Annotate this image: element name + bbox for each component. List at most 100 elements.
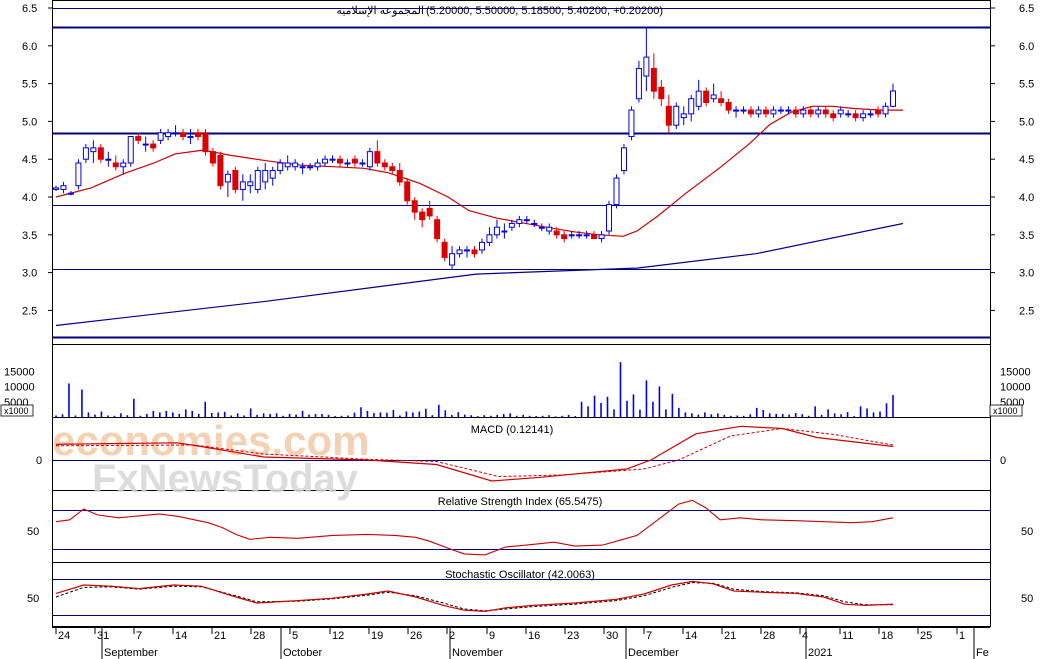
price-tick-right: 5.5 — [1019, 79, 1034, 91]
day-tick-label: 1 — [959, 630, 965, 642]
volume-unit-label-right: x1000 — [993, 406, 1018, 416]
month-label: 2021 — [808, 647, 832, 659]
ma-long — [55, 222, 904, 327]
candle-body — [576, 234, 583, 237]
candle-body — [381, 162, 388, 168]
day-tick-label: 19 — [371, 630, 383, 642]
stock-chart: economies.com FxNewsToday المجموعة الإسل… — [0, 0, 1034, 659]
candle-body — [643, 56, 650, 77]
candle-body — [770, 109, 777, 115]
candle-body — [456, 249, 463, 255]
candle-body — [620, 147, 627, 172]
candle-body — [508, 222, 515, 228]
candle-body — [725, 102, 732, 111]
candle-body — [703, 90, 710, 104]
macd-zero-label-right: 0 — [1000, 455, 1006, 467]
candle-body — [635, 67, 642, 100]
day-tick-label: 24 — [58, 630, 70, 642]
candle-body — [792, 109, 799, 115]
candle-body — [53, 187, 59, 190]
candle-body — [665, 105, 672, 126]
candle-body — [314, 162, 321, 168]
candle-body — [404, 181, 411, 202]
volume-tick-left: 15000 — [4, 366, 35, 378]
ma-short — [55, 105, 903, 237]
candle-body — [882, 105, 889, 115]
day-tick-label: 30 — [606, 630, 618, 642]
price-tick-left: 5.5 — [22, 79, 37, 91]
candle-body — [650, 67, 657, 92]
price-tick-left: 6.0 — [22, 41, 37, 53]
candle-body — [135, 136, 142, 141]
candle-body — [299, 166, 306, 169]
price-tick-left: 3.5 — [22, 230, 37, 242]
day-tick-label: 25 — [920, 630, 932, 642]
candle-body — [815, 109, 822, 115]
rsi-line — [55, 499, 894, 556]
candle-body — [845, 113, 852, 116]
day-tick-label: 21 — [724, 630, 736, 642]
candle-body — [740, 109, 747, 112]
volume-axis: 15000 1500010000 100005000 5000 — [4, 366, 1031, 409]
candle-body — [112, 162, 119, 168]
candle-body — [464, 249, 471, 252]
day-tick-label: 16 — [528, 630, 540, 642]
day-tick-label: 5 — [292, 630, 298, 642]
candle-body — [748, 109, 755, 115]
day-tick-label: 14 — [175, 630, 187, 642]
candle-body — [307, 166, 314, 169]
stoch-title: Stochastic Oscillator (42.0063) — [445, 569, 595, 581]
candle-body — [822, 109, 829, 115]
candle-body — [852, 113, 859, 119]
candle-body — [561, 234, 568, 240]
candle-body — [875, 109, 882, 115]
price-tick-left: 2.5 — [22, 305, 37, 317]
volume-tick-right: 15000 — [1000, 366, 1031, 378]
candle-body — [60, 185, 67, 190]
candle-body — [284, 162, 291, 168]
candle-body — [202, 132, 209, 153]
candle-body — [105, 158, 112, 161]
candle-body — [419, 211, 426, 221]
candle-body — [150, 143, 157, 149]
price-tick-left: 5.0 — [22, 116, 37, 128]
volume-unit-label: x1000 — [4, 406, 29, 416]
price-tick-left: 3.0 — [22, 268, 37, 280]
price-tick-right: 2.5 — [1019, 305, 1034, 317]
candle-body — [471, 249, 478, 255]
candle-body — [755, 109, 762, 115]
price-tick-left: 4.0 — [22, 192, 37, 204]
candle-body — [606, 204, 613, 232]
price-tick-right: 3.5 — [1019, 230, 1034, 242]
candle-body — [90, 147, 97, 153]
instrument-name: المجموعة الإسلامية — [336, 5, 424, 17]
day-tick-label: 28 — [253, 630, 265, 642]
candle-body — [598, 234, 605, 240]
candle-body — [516, 219, 523, 224]
candle-body — [172, 132, 179, 135]
month-label: December — [628, 647, 679, 659]
volume-bars — [55, 362, 894, 417]
candle-body — [493, 226, 500, 236]
price-tick-left: 4.5 — [22, 154, 37, 166]
candles — [53, 26, 896, 269]
candle-body — [239, 181, 246, 190]
price-tick-right: 5.0 — [1019, 116, 1034, 128]
day-tick-label: 11 — [842, 630, 853, 642]
day-tick-label: 9 — [489, 630, 495, 642]
day-tick-label: 23 — [567, 630, 579, 642]
month-label: September — [104, 647, 158, 659]
candle-body — [718, 98, 725, 104]
price-tick-right: 6.0 — [1019, 41, 1034, 53]
day-tick-label: 7 — [136, 630, 142, 642]
candle-body — [695, 90, 702, 107]
candle-body — [217, 154, 224, 187]
day-tick-label: 26 — [410, 630, 422, 642]
candle-body — [292, 162, 299, 168]
volume-tick-left: 10000 — [4, 382, 35, 394]
candle-body — [389, 166, 396, 172]
candle-body — [209, 151, 216, 164]
month-label: October — [283, 647, 322, 659]
candle-body — [67, 192, 74, 195]
day-tick-label: 14 — [685, 630, 697, 642]
